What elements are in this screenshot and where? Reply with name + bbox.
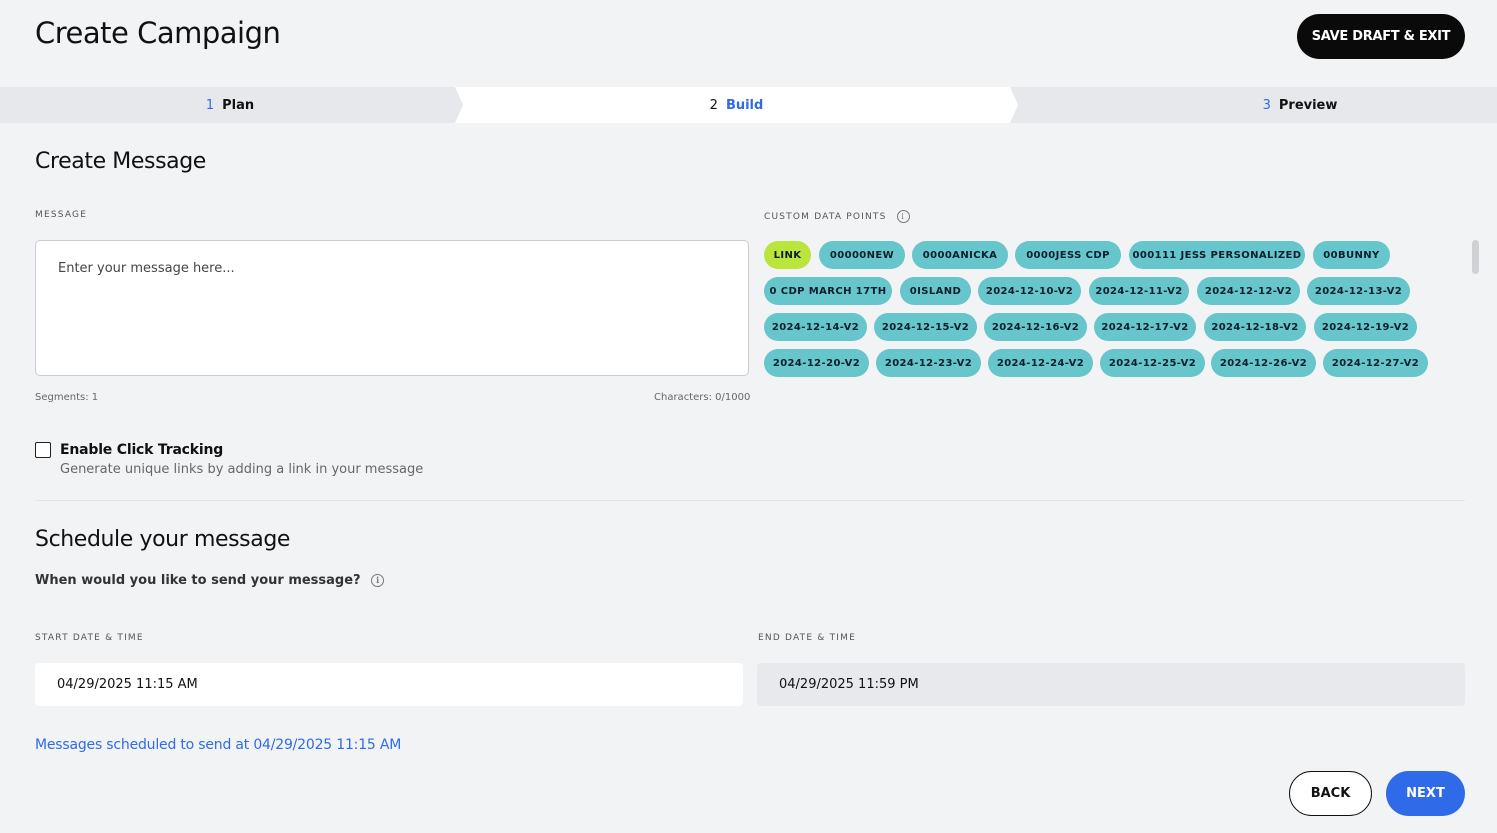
data-point-chip[interactable]: 2024-12-12-V2 <box>1197 277 1300 305</box>
message-input[interactable] <box>35 240 749 376</box>
data-point-chip[interactable]: 2024-12-10-V2 <box>978 277 1081 305</box>
data-point-chip[interactable]: 2024-12-13-V2 <box>1307 277 1410 305</box>
schedule-summary: Messages scheduled to send at 04/29/2025… <box>35 737 402 753</box>
data-point-chip[interactable]: 0ISLAND <box>900 277 971 305</box>
step-preview[interactable]: 3 Preview <box>1010 87 1497 123</box>
segments-count: Segments: 1 <box>35 392 99 403</box>
data-point-chip[interactable]: 2024-12-25-V2 <box>1100 349 1205 377</box>
click-tracking-title: Enable Click Tracking <box>60 442 224 458</box>
data-point-chip[interactable]: 0000ANICKA <box>912 241 1008 269</box>
data-point-chip[interactable]: 00BUNNY <box>1313 241 1390 269</box>
section-divider <box>35 500 1465 501</box>
info-icon[interactable]: i <box>371 574 385 587</box>
step-number: 3 <box>1262 97 1271 113</box>
info-icon[interactable]: i <box>896 210 910 223</box>
start-date-label: START DATE & TIME <box>35 633 144 643</box>
data-point-chip[interactable]: 2024-12-23-V2 <box>876 349 981 377</box>
click-tracking-checkbox[interactable] <box>35 442 51 458</box>
data-point-chip[interactable]: 2024-12-16-V2 <box>984 313 1087 341</box>
end-date-input[interactable]: 04/29/2025 11:59 PM <box>757 663 1465 706</box>
page-title: Create Campaign <box>35 16 281 50</box>
data-points-scrollbar[interactable] <box>1472 240 1479 274</box>
data-point-chip[interactable]: 2024-12-26-V2 <box>1211 349 1316 377</box>
start-date-input[interactable]: 04/29/2025 11:15 AM <box>35 663 743 706</box>
characters-count: Characters: 0/1000 <box>654 392 751 403</box>
custom-data-points-label: CUSTOM DATA POINTS i <box>764 210 910 223</box>
next-button[interactable]: NEXT <box>1386 771 1465 816</box>
data-point-chip[interactable]: 2024-12-18-V2 <box>1204 313 1306 341</box>
data-point-chip[interactable]: 000111 JESS PERSONALIZED <box>1129 241 1305 269</box>
data-point-chip[interactable]: 2024-12-11-V2 <box>1089 277 1189 305</box>
progress-stepper: 1 Plan 2 Build 3 Preview <box>0 87 1497 123</box>
step-plan[interactable]: 1 Plan <box>0 87 460 123</box>
data-point-chip[interactable]: 0000JESS CDP <box>1015 241 1121 269</box>
end-date-label: END DATE & TIME <box>758 633 856 643</box>
data-point-chip-link[interactable]: LINK <box>764 241 811 269</box>
data-point-chip[interactable]: 2024-12-19-V2 <box>1314 313 1417 341</box>
data-point-chip[interactable]: 2024-12-14-V2 <box>764 313 867 341</box>
data-point-chip[interactable]: 2024-12-27-V2 <box>1323 349 1428 377</box>
create-message-heading: Create Message <box>35 149 206 174</box>
message-label: MESSAGE <box>35 210 88 220</box>
step-label: Preview <box>1278 97 1338 113</box>
back-button[interactable]: BACK <box>1289 771 1372 816</box>
custom-data-points-text: CUSTOM DATA POINTS <box>764 212 887 222</box>
data-point-chip[interactable]: 0 CDP MARCH 17TH <box>764 277 892 305</box>
step-number: 2 <box>709 97 718 113</box>
step-build[interactable]: 2 Build <box>455 87 1018 123</box>
data-point-chip[interactable]: 2024-12-24-V2 <box>988 349 1093 377</box>
data-point-chip[interactable]: 2024-12-15-V2 <box>874 313 977 341</box>
click-tracking-subtitle: Generate unique links by adding a link i… <box>60 462 424 477</box>
data-point-chip[interactable]: 00000NEW <box>819 241 905 269</box>
data-point-chip[interactable]: 2024-12-17-V2 <box>1094 313 1196 341</box>
step-number: 1 <box>205 97 215 113</box>
step-label: Plan <box>222 97 255 113</box>
schedule-question-text: When would you like to send your message… <box>35 573 361 588</box>
schedule-heading: Schedule your message <box>35 527 291 552</box>
data-point-chip[interactable]: 2024-12-20-V2 <box>764 349 869 377</box>
step-label: Build <box>725 97 764 113</box>
schedule-question: When would you like to send your message… <box>35 573 385 588</box>
save-draft-exit-button[interactable]: SAVE DRAFT & EXIT <box>1297 14 1465 59</box>
